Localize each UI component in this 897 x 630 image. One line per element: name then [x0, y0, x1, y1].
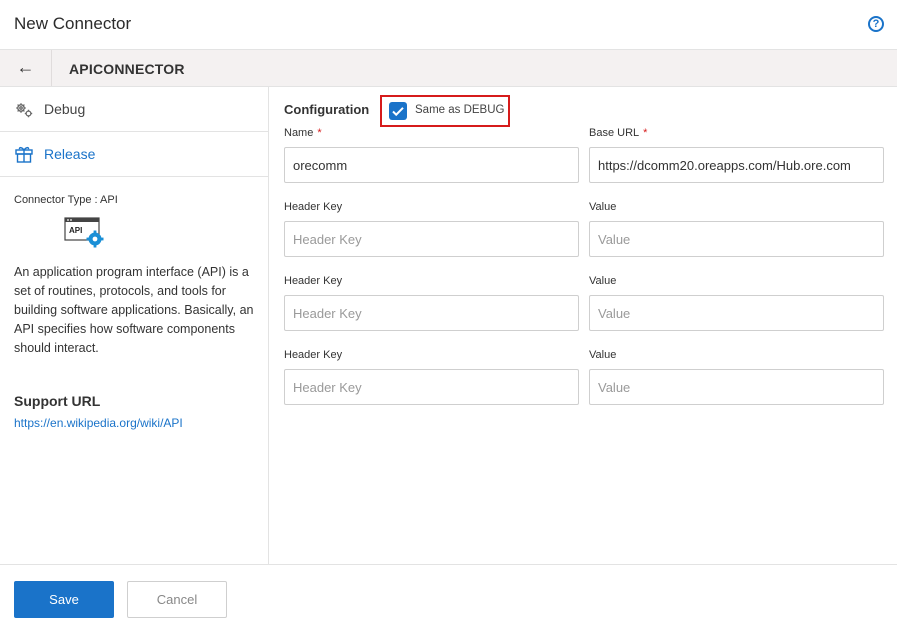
required-mark: * — [317, 127, 322, 139]
back-arrow-icon[interactable]: ← — [0, 50, 52, 86]
base-url-label: Base URL * — [589, 127, 647, 139]
base-url-label-text: Base URL — [589, 127, 640, 139]
connector-bar: ← APICONNECTOR — [0, 50, 897, 87]
sidebar-item-label: Debug — [44, 101, 86, 117]
api-icon-text: API — [69, 226, 82, 235]
sidebar-item-release[interactable]: Release — [0, 132, 268, 177]
header-key-input[interactable] — [284, 369, 579, 405]
support-url-title: Support URL — [14, 393, 101, 409]
dialog-header: New Connector ? — [0, 0, 897, 50]
checkmark-icon — [392, 107, 404, 117]
dialog-footer: Save Cancel — [0, 564, 897, 630]
save-button[interactable]: Save — [14, 581, 114, 618]
sidebar-item-label: Release — [44, 146, 96, 162]
cancel-button[interactable]: Cancel — [127, 581, 227, 618]
sidebar-item-debug[interactable]: Debug — [0, 87, 268, 132]
header-key-label: Header Key — [284, 349, 343, 361]
header-value-label: Value — [589, 275, 617, 287]
connector-type-label: Connector Type : — [14, 194, 98, 206]
dialog-title: New Connector — [14, 14, 132, 33]
same-as-debug-checkbox[interactable] — [389, 102, 407, 120]
header-key-input[interactable] — [284, 295, 579, 331]
support-url-link[interactable]: https://en.wikipedia.org/wiki/API — [14, 416, 183, 430]
help-icon[interactable]: ? — [868, 16, 884, 32]
name-label-text: Name — [284, 127, 314, 139]
connector-type: Connector Type : API — [14, 194, 118, 206]
box-icon — [15, 146, 33, 163]
sidebar: Debug Release Connector Type : API API A… — [0, 87, 269, 564]
api-gear-icon: API — [64, 217, 104, 248]
header-key-input[interactable] — [284, 221, 579, 257]
connector-description: An application program interface (API) i… — [14, 265, 254, 355]
same-as-debug-label: Same as DEBUG — [415, 104, 505, 116]
header-value-label: Value — [589, 349, 617, 361]
connector-type-value: API — [100, 194, 118, 206]
header-value-input[interactable] — [589, 221, 884, 257]
required-mark: * — [643, 127, 648, 139]
base-url-input[interactable] — [589, 147, 884, 183]
connector-name: APICONNECTOR — [69, 61, 185, 77]
configuration-title: Configuration — [284, 102, 370, 117]
header-value-label: Value — [589, 201, 617, 213]
name-input[interactable] — [284, 147, 579, 183]
header-key-label: Header Key — [284, 275, 343, 287]
name-label: Name * — [284, 127, 322, 139]
gears-icon — [16, 103, 33, 118]
header-key-label: Header Key — [284, 201, 343, 213]
header-value-input[interactable] — [589, 369, 884, 405]
header-value-input[interactable] — [589, 295, 884, 331]
